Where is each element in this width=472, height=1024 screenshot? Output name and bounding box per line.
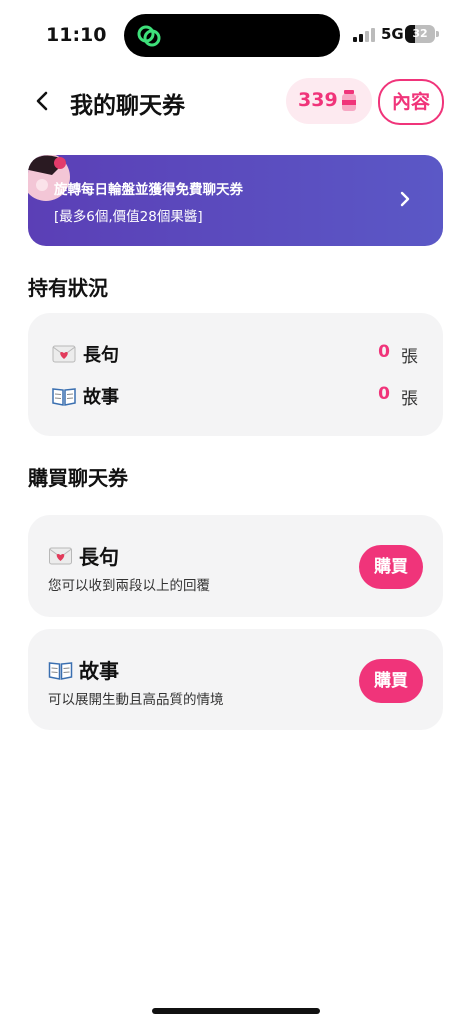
- holdings-label: 故事: [83, 387, 119, 408]
- page-title: 我的聊天券: [70, 93, 185, 119]
- holdings-unit: 張: [401, 347, 418, 367]
- signal-icon: [353, 28, 377, 42]
- purchase-item-label: 故事: [79, 659, 119, 683]
- holdings-card: 長句 0 張 故事 0 張: [28, 313, 443, 436]
- buy-button-long-sentence[interactable]: 購買: [359, 545, 423, 589]
- back-arrow-icon[interactable]: [30, 86, 58, 116]
- battery-icon: 32: [405, 25, 435, 43]
- holdings-unit: 張: [401, 389, 418, 409]
- jam-jar-icon: [342, 90, 356, 111]
- header: 我的聊天券 339 內容: [0, 78, 472, 128]
- battery-level: 32: [412, 27, 428, 40]
- holdings-count: 0: [378, 342, 390, 362]
- open-book-icon: [52, 388, 76, 406]
- roulette-banner[interactable]: 旋轉每日輪盤並獲得免費聊天券 [最多6個,價值28個果醬]: [28, 155, 443, 246]
- love-letter-icon: [49, 547, 72, 565]
- purchase-item-title: 長句: [48, 541, 119, 570]
- purchase-card-story: 故事 可以展開生動且高品質的情境 購買: [28, 629, 443, 730]
- status-time: 11:10: [46, 24, 107, 46]
- purchase-card-long-sentence: 長句 您可以收到兩段以上的回覆 購買: [28, 515, 443, 617]
- love-letter-icon: [52, 345, 76, 363]
- home-indicator[interactable]: [152, 1008, 320, 1014]
- holdings-row-story: 故事 0 張: [52, 383, 420, 413]
- purchase-item-desc: 您可以收到兩段以上的回覆: [48, 578, 210, 594]
- purchase-item-label: 長句: [79, 545, 119, 569]
- content-button[interactable]: 內容: [378, 79, 444, 125]
- purchase-section-title: 購買聊天券: [28, 466, 128, 490]
- chevron-right-icon: [400, 191, 410, 207]
- banner-title: 旋轉每日輪盤並獲得免費聊天券: [54, 182, 243, 198]
- network-label: 5G: [381, 25, 404, 43]
- purchase-item-desc: 可以展開生動且高品質的情境: [48, 692, 224, 708]
- purchase-item-title: 故事: [48, 655, 119, 684]
- holdings-row-long-sentence: 長句 0 張: [52, 341, 420, 371]
- holdings-section-title: 持有狀況: [28, 276, 108, 300]
- dynamic-island: [124, 14, 340, 57]
- holdings-count: 0: [378, 384, 390, 404]
- buy-button-story[interactable]: 購買: [359, 659, 423, 703]
- chat-app-logo-icon: [137, 25, 161, 47]
- holdings-label: 長句: [83, 345, 119, 366]
- status-bar: 11:10 5G 32: [0, 0, 472, 70]
- open-book-icon: [48, 662, 73, 680]
- jam-balance-badge[interactable]: 339: [286, 78, 372, 124]
- banner-subtitle: [最多6個,價值28個果醬]: [54, 209, 203, 225]
- jam-balance-count: 339: [298, 89, 338, 111]
- battery-tip: [436, 31, 439, 37]
